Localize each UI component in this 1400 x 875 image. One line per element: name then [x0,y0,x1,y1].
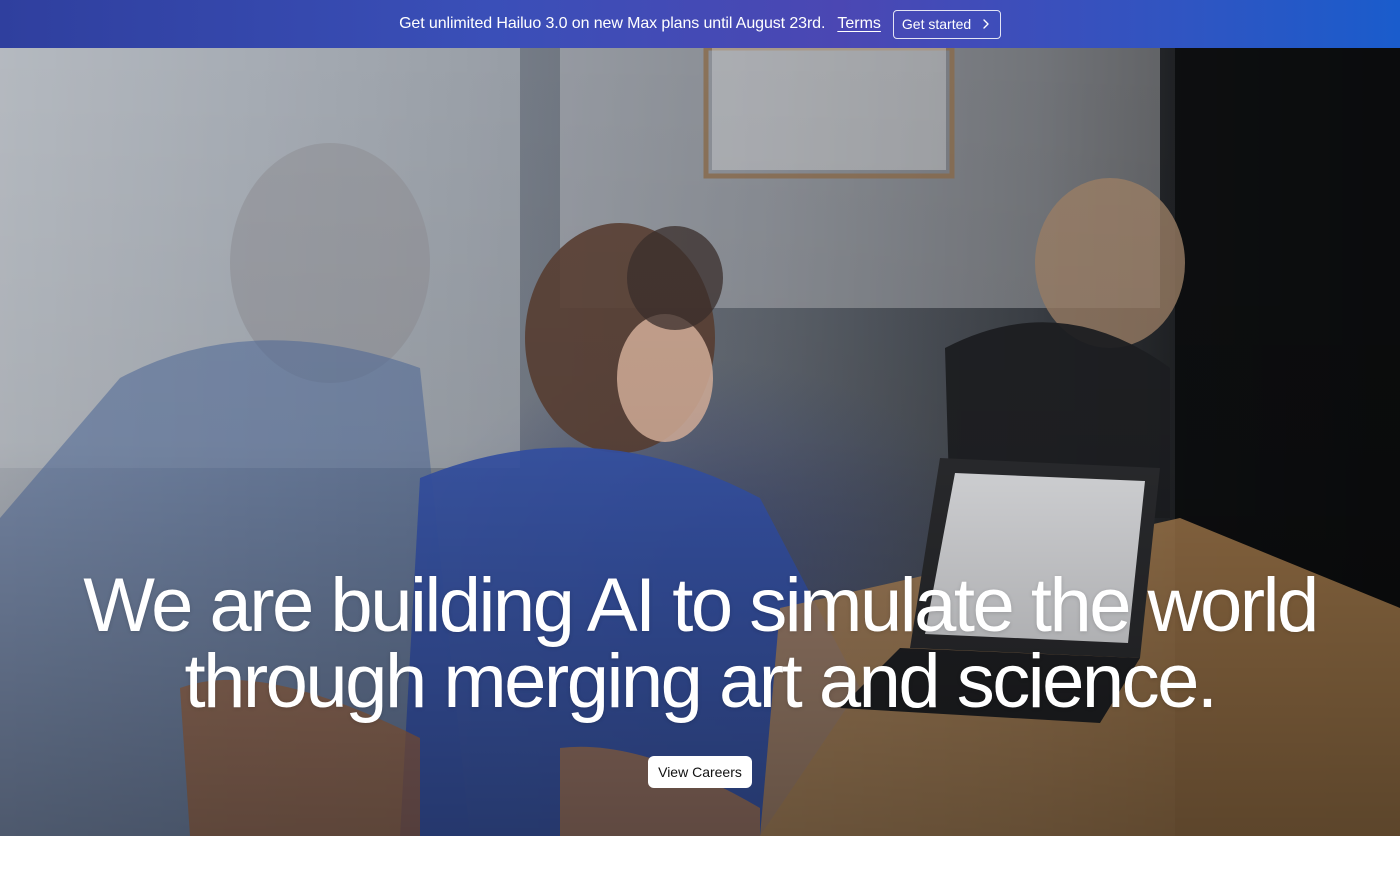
get-started-label: Get started [901,16,972,32]
promo-banner: Get unlimited Hailuo 3.0 on new Max plan… [0,0,1400,48]
get-started-button[interactable]: Get started [892,9,1001,39]
hero-headline: We are building AI to simulate the world… [0,568,1400,720]
chevron-right-icon [983,19,989,29]
headline-line-1: We are building AI to simulate the world [83,563,1319,648]
hero-section: We are building AI to simulate the world… [0,48,1400,836]
terms-link[interactable]: Terms [837,15,881,33]
view-careers-button[interactable]: View Careers [648,756,752,788]
promo-text: Get unlimited Hailuo 3.0 on new Max plan… [399,15,826,32]
headline-line-2: through merging art and science. [184,639,1218,724]
